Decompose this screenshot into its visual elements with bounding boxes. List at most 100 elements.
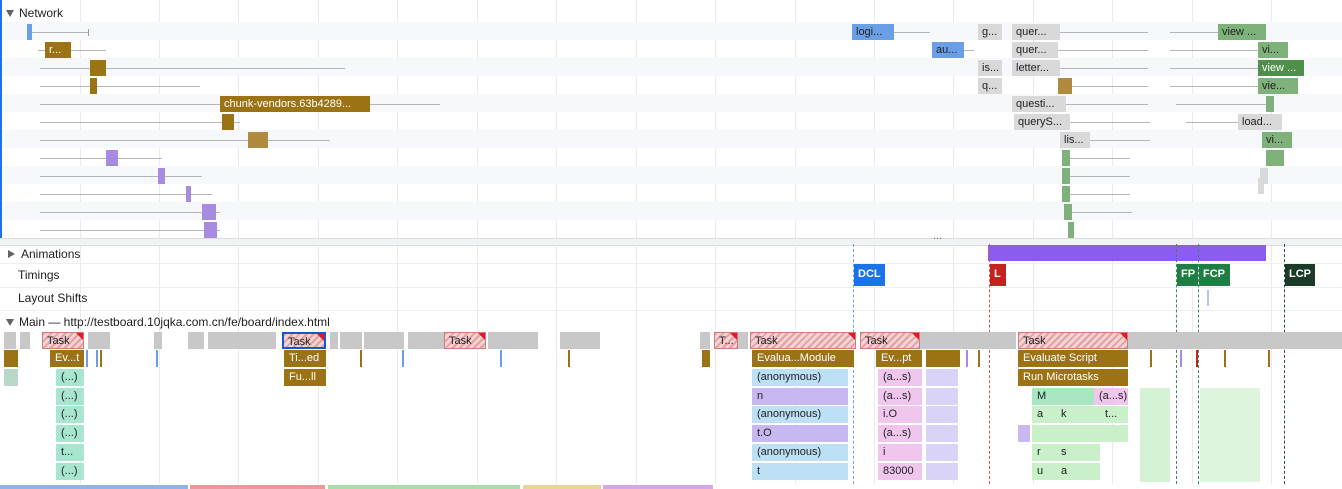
expand-icon[interactable]: [8, 250, 15, 258]
network-request-lis[interactable]: lis...: [1060, 132, 1090, 148]
network-request-questi[interactable]: questi...: [1012, 96, 1066, 112]
flame-slice[interactable]: [926, 350, 960, 367]
flame-slice[interactable]: [926, 369, 958, 386]
network-request-logi[interactable]: logi...: [852, 24, 894, 40]
collapse-icon[interactable]: [6, 9, 14, 17]
flame-slice[interactable]: [500, 350, 502, 367]
network-request-script[interactable]: r...: [45, 42, 71, 58]
task-slice[interactable]: [364, 332, 404, 349]
network-header[interactable]: Network: [0, 2, 63, 24]
flame-function[interactable]: t...: [56, 444, 84, 461]
network-request-queryS[interactable]: queryS...: [1014, 114, 1070, 130]
flame-function[interactable]: t.O: [752, 425, 848, 442]
flame-anonymous[interactable]: (...): [56, 406, 84, 423]
task-slice[interactable]: [920, 332, 990, 349]
flame-slice[interactable]: [926, 388, 958, 405]
flame-run-microtasks[interactable]: Run Microtasks: [1018, 369, 1128, 386]
network-request-image[interactable]: [1062, 186, 1070, 202]
network-request-vi[interactable]: vi...: [1262, 132, 1292, 148]
task-slice[interactable]: [20, 332, 30, 349]
task-bar-selected[interactable]: Task: [282, 332, 326, 349]
task-bar[interactable]: Task: [42, 332, 84, 349]
flame-slice[interactable]: [1268, 350, 1270, 367]
fp-marker[interactable]: FP: [1177, 264, 1198, 286]
flame-timer-fired[interactable]: Ti...ed: [284, 350, 326, 367]
network-request-script[interactable]: [248, 132, 268, 148]
network-request-font[interactable]: [186, 186, 191, 202]
flame-slice[interactable]: [1140, 388, 1170, 482]
network-request-font[interactable]: [204, 222, 217, 238]
network-request-image[interactable]: [1266, 150, 1284, 166]
flame-function-call[interactable]: Fu...ll: [284, 369, 326, 386]
flame-slice[interactable]: [1018, 425, 1030, 442]
flame-slice[interactable]: [4, 369, 18, 386]
network-request-quer[interactable]: quer...: [1012, 42, 1058, 58]
network-request-script[interactable]: [90, 60, 106, 76]
task-bar[interactable]: Task: [750, 332, 856, 349]
flame-anonymous[interactable]: (anonymous): [752, 444, 848, 461]
task-slice[interactable]: [208, 332, 276, 349]
flame-anonymous[interactable]: (...): [56, 369, 84, 386]
network-request-is[interactable]: is...: [978, 60, 1002, 76]
flame-slice[interactable]: [86, 350, 88, 367]
flame-slice[interactable]: [926, 425, 958, 442]
flame-function[interactable]: a: [1032, 406, 1056, 423]
network-request-image[interactable]: [1064, 204, 1072, 220]
collapse-icon[interactable]: [6, 318, 14, 326]
flame-slice[interactable]: [1224, 350, 1226, 367]
flame-slice[interactable]: [1200, 388, 1260, 482]
flame-slice[interactable]: [568, 350, 570, 367]
task-slice[interactable]: [990, 332, 1016, 349]
flame-anonymous[interactable]: (a...s): [878, 369, 922, 386]
task-bar[interactable]: Task: [1018, 332, 1128, 349]
network-request-image[interactable]: [1062, 168, 1070, 184]
flame-slice[interactable]: [966, 350, 968, 367]
flame-slice[interactable]: [156, 350, 158, 367]
flame-anonymous[interactable]: (a...s): [878, 425, 922, 442]
flame-function[interactable]: a: [1056, 463, 1100, 480]
network-request-image[interactable]: [1266, 96, 1274, 112]
network-request-image[interactable]: [1068, 222, 1074, 238]
task-slice[interactable]: [330, 332, 338, 349]
flame-function[interactable]: u: [1032, 463, 1056, 480]
flame-slice[interactable]: [360, 350, 362, 367]
flame-slice[interactable]: [1196, 350, 1198, 367]
flame-anonymous[interactable]: (anonymous): [752, 406, 848, 423]
task-slice[interactable]: [488, 332, 538, 349]
flame-function[interactable]: 83000: [878, 463, 922, 480]
task-slice[interactable]: [340, 332, 362, 349]
lcp-marker[interactable]: LCP: [1285, 264, 1315, 286]
flame-slice[interactable]: [926, 463, 958, 480]
network-request-quer[interactable]: quer...: [1012, 24, 1060, 40]
flame-slice[interactable]: [1032, 425, 1128, 442]
network-request-script[interactable]: [1058, 78, 1072, 94]
network-request-script[interactable]: [90, 78, 97, 94]
task-slice[interactable]: [1128, 332, 1342, 349]
flame-function[interactable]: r: [1032, 444, 1056, 461]
dcl-marker[interactable]: DCL: [854, 264, 885, 286]
flame-function[interactable]: s: [1056, 444, 1100, 461]
flame-function[interactable]: k: [1056, 406, 1100, 423]
network-request-image[interactable]: [1062, 150, 1070, 166]
network-request-q[interactable]: q...: [978, 78, 1002, 94]
flame-function[interactable]: M: [1032, 388, 1094, 405]
network-request-au[interactable]: au...: [932, 42, 964, 58]
flame-anonymous[interactable]: (...): [56, 463, 84, 480]
task-slice[interactable]: [154, 332, 162, 349]
flame-slice[interactable]: [978, 350, 980, 367]
network-request-font[interactable]: [106, 150, 118, 166]
flame-slice[interactable]: [926, 406, 958, 423]
network-request-vie[interactable]: vie...: [1258, 78, 1298, 94]
network-request-script[interactable]: [222, 114, 234, 130]
network-request-view[interactable]: view ...: [1218, 24, 1266, 40]
flame-function[interactable]: i.O: [878, 406, 922, 423]
flame-slice[interactable]: [402, 350, 404, 367]
animation-bar[interactable]: [988, 245, 1266, 261]
flame-evaluate-module[interactable]: Evalua...Module: [752, 350, 854, 367]
flame-evaluate-script[interactable]: Ev...t: [50, 350, 84, 367]
task-slice[interactable]: [4, 332, 16, 349]
network-request-vi[interactable]: vi...: [1258, 42, 1288, 58]
network-request-load[interactable]: load...: [1238, 114, 1282, 130]
network-request-view[interactable]: view ...: [1258, 60, 1304, 76]
flame-anonymous[interactable]: (...): [56, 425, 84, 442]
